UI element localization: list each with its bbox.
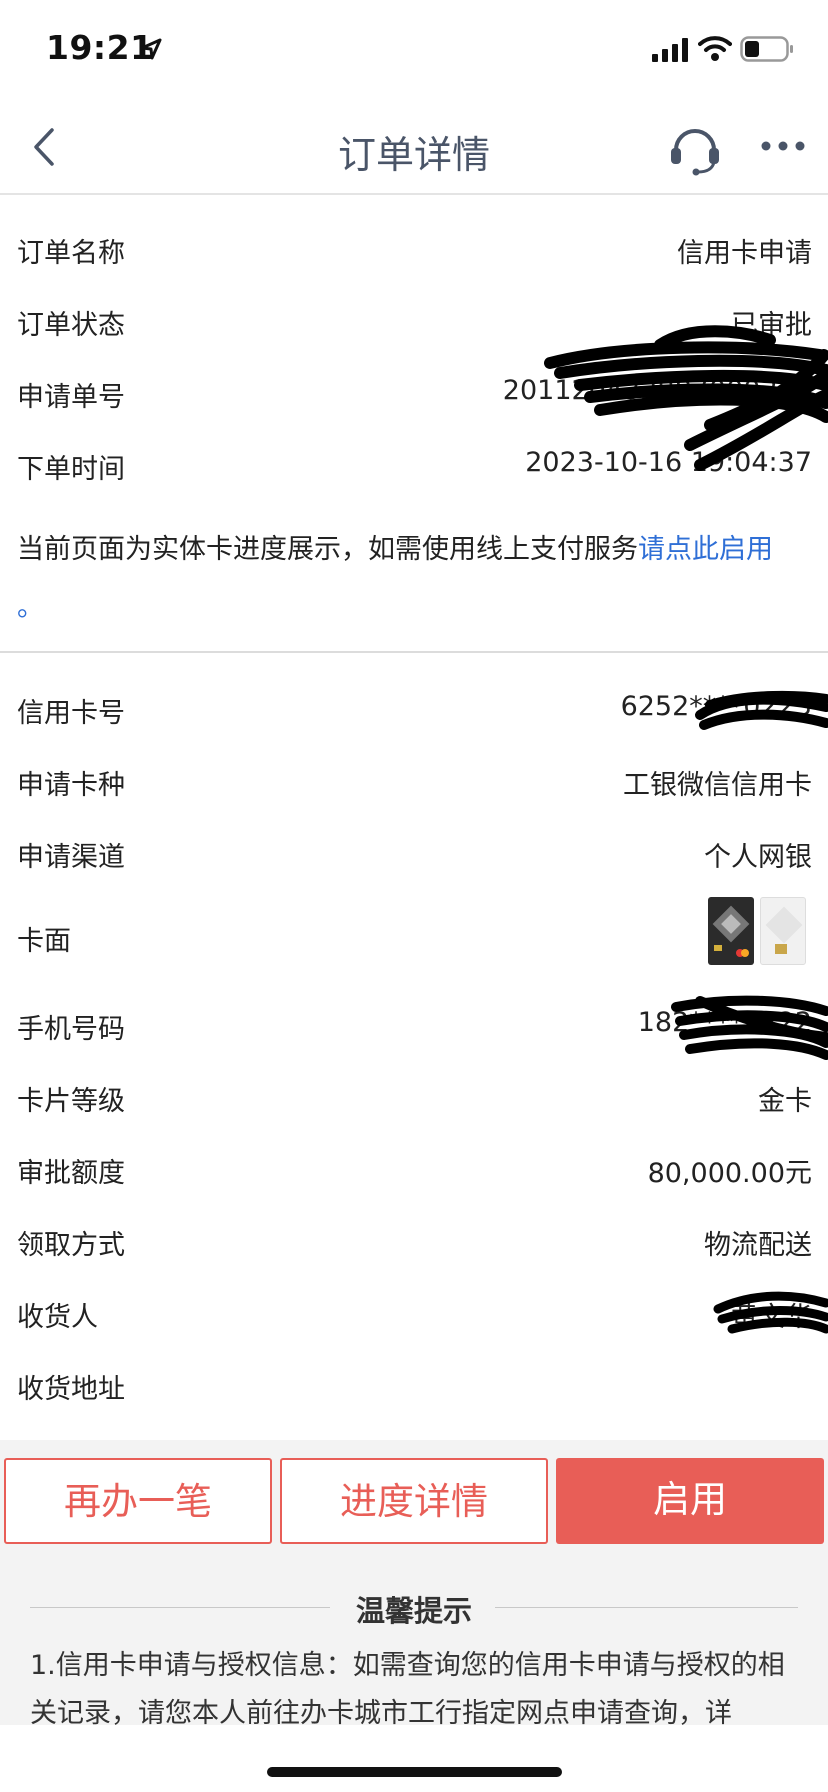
- order-name-row: 订单名称 信用卡申请: [0, 213, 828, 285]
- delivery-address-row: 收货地址: [0, 1349, 828, 1421]
- row-label: 手机号码: [17, 1014, 125, 1045]
- wifi-icon: [698, 36, 732, 61]
- row-label: 订单名称: [17, 238, 125, 269]
- row-label: 审批额度: [17, 1158, 125, 1189]
- tips-title: 温馨提示: [355, 1594, 472, 1628]
- row-label: 订单状态: [17, 310, 125, 341]
- status-bar: 19:21: [0, 0, 828, 100]
- qr-pattern-icon: [712, 905, 750, 957]
- action-bar: 再办一笔 进度详情 启用: [0, 1440, 828, 1560]
- order-time-row: 下单时间 2023-10-16 19:04:37: [0, 429, 828, 501]
- row-label: 收货人: [17, 1302, 98, 1333]
- activate-online-link[interactable]: 请点此启用: [638, 534, 773, 565]
- application-number-row: 申请单号 201120432887000344: [0, 357, 828, 429]
- row-value: 6252****0223: [620, 691, 812, 722]
- apply-again-button[interactable]: 再办一笔: [4, 1458, 272, 1544]
- black-card-image: [708, 897, 754, 965]
- row-value: 个人网银: [704, 842, 812, 873]
- row-value: 已审批: [731, 310, 812, 341]
- physical-card-notice: 当前页面为实体卡进度展示，如需使用线上支付服务请点此启用。: [17, 521, 817, 637]
- status-time: 19:21: [46, 28, 154, 67]
- approved-limit-row: 审批额度 80,000.00元: [0, 1133, 828, 1205]
- row-label: 申请单号: [17, 382, 125, 413]
- notice-end: 。: [17, 592, 44, 623]
- order-info-section: 订单名称 信用卡申请 订单状态 已审批 申请单号 201120432887000…: [0, 195, 828, 653]
- divider: [495, 1607, 798, 1608]
- card-face-row: 卡面: [0, 889, 828, 989]
- customer-service-headset-icon[interactable]: [668, 120, 722, 176]
- card-type-row: 申请卡种 工银微信信用卡: [0, 745, 828, 817]
- row-value: 182****2222: [637, 1007, 812, 1038]
- battery-icon: [740, 36, 793, 62]
- row-label: 下单时间: [17, 454, 125, 485]
- notice-text: 当前页面为实体卡进度展示，如需使用线上支付服务: [17, 534, 638, 565]
- row-value: 80,000.00元: [647, 1158, 812, 1189]
- tips-section: 温馨提示 1.信用卡申请与授权信息：如需查询您的信用卡申请与授权的相关记录，请您…: [0, 1560, 828, 1725]
- progress-details-button[interactable]: 进度详情: [280, 1458, 548, 1544]
- nav-bar: 订单详情: [0, 100, 828, 195]
- application-channel-row: 申请渠道 个人网银: [0, 817, 828, 889]
- card-face-images: [708, 897, 808, 967]
- row-label: 申请卡种: [17, 770, 125, 801]
- row-value: 金卡: [758, 1086, 812, 1117]
- white-card-image: [760, 897, 806, 965]
- tips-text: 1.信用卡申请与授权信息：如需查询您的信用卡申请与授权的相关记录，请您本人前往办…: [30, 1650, 785, 1725]
- row-value: 2023-10-16 19:04:37: [525, 447, 812, 478]
- order-status-row: 订单状态 已审批: [0, 285, 828, 357]
- row-value: 201120432887000344: [502, 375, 812, 406]
- recipient-row: 收货人 黄文华: [0, 1277, 828, 1349]
- home-indicator-area: [0, 1725, 828, 1792]
- card-info-section: 信用卡号 6252****0223 申请卡种 工银微信信用卡 申请渠道 个人网银…: [0, 655, 828, 1440]
- row-label: 申请渠道: [17, 842, 125, 873]
- card-number-row: 信用卡号 6252****0223: [0, 673, 828, 745]
- row-value: 信用卡申请: [677, 238, 812, 269]
- row-label: 信用卡号: [17, 698, 125, 729]
- pickup-method-row: 领取方式 物流配送: [0, 1205, 828, 1277]
- row-label: 卡面: [17, 926, 71, 957]
- row-value: 物流配送: [704, 1230, 812, 1261]
- more-options-icon[interactable]: [760, 136, 806, 156]
- row-label: 领取方式: [17, 1230, 125, 1261]
- row-value: 黄文华: [731, 1302, 812, 1333]
- gold-chip-icon: [765, 906, 803, 954]
- row-value: 工银微信信用卡: [623, 770, 812, 801]
- row-label: 卡片等级: [17, 1086, 125, 1117]
- home-indicator[interactable]: [267, 1767, 562, 1777]
- location-arrow-icon: [140, 38, 162, 60]
- row-label: 收货地址: [17, 1374, 125, 1405]
- phone-number-row: 手机号码 182****2222: [0, 989, 828, 1061]
- cellular-signal-icon: [652, 38, 688, 62]
- card-level-row: 卡片等级 金卡: [0, 1061, 828, 1133]
- activate-button[interactable]: 启用: [556, 1458, 824, 1544]
